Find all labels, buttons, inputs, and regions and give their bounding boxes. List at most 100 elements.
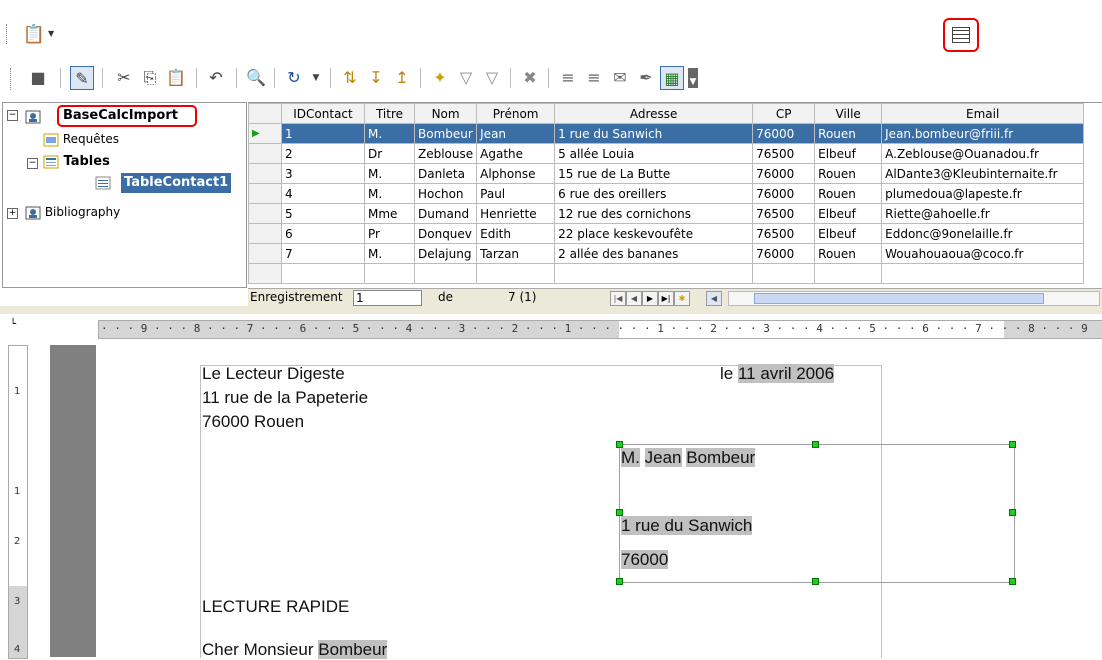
- table-cell[interactable]: Rouen: [814, 163, 883, 184]
- next-record-icon[interactable]: ▶: [642, 291, 658, 306]
- column-header[interactable]: Ville: [814, 103, 883, 124]
- table-cell[interactable]: Elbeuf: [814, 223, 883, 244]
- table-row[interactable]: 5 Mme Dumand Henriette 12 rue des cornichons…: [248, 203, 1085, 224]
- row-header-corner[interactable]: [248, 103, 282, 124]
- table-row[interactable]: 4 M. Hochon Paul 6 rue des oreillers 76000 Rou…: [248, 183, 1085, 204]
- table-cell[interactable]: 76000: [752, 183, 816, 204]
- row-header[interactable]: [248, 183, 282, 204]
- table-cell[interactable]: [752, 263, 816, 284]
- row-header[interactable]: [248, 163, 282, 184]
- sort-ascending-icon[interactable]: ↧: [364, 66, 388, 90]
- table-cell[interactable]: M.: [364, 243, 415, 264]
- undo-icon[interactable]: ↶: [204, 66, 228, 90]
- row-header[interactable]: [248, 143, 282, 164]
- table-row-new[interactable]: [248, 263, 1085, 284]
- source-document-icon[interactable]: ✒: [634, 66, 658, 90]
- table-cell[interactable]: Riette@ahoelle.fr: [881, 203, 1085, 224]
- current-row-marker[interactable]: ▶: [248, 123, 282, 144]
- greeting-name-field[interactable]: Bombeur: [318, 640, 388, 659]
- table-cell[interactable]: [881, 263, 1085, 284]
- title-field[interactable]: M.: [621, 448, 640, 467]
- column-header[interactable]: Email: [881, 103, 1085, 124]
- data-to-text-icon[interactable]: ≡: [556, 66, 580, 90]
- resize-handle[interactable]: [616, 509, 623, 516]
- tree-node-bibliography[interactable]: Bibliography: [25, 202, 120, 222]
- collapse-icon[interactable]: −: [7, 110, 18, 121]
- copy-icon[interactable]: ⎘: [138, 66, 162, 90]
- mail-merge-icon[interactable]: ✉: [608, 66, 632, 90]
- resize-handle[interactable]: [1009, 441, 1016, 448]
- column-header[interactable]: Prénom: [476, 103, 556, 124]
- table-cell[interactable]: [364, 263, 415, 284]
- refresh-icon[interactable]: ↻: [282, 66, 306, 90]
- table-cell[interactable]: 76500: [752, 143, 816, 164]
- table-row[interactable]: 6 Pr Donquev Edith 22 place keskevoufête 7650…: [248, 223, 1085, 244]
- column-header[interactable]: IDContact: [281, 103, 365, 124]
- table-cell[interactable]: 76500: [752, 223, 816, 244]
- column-header[interactable]: Adresse: [554, 103, 754, 124]
- row-header[interactable]: [248, 223, 282, 244]
- chevron-down-icon[interactable]: ▼: [304, 66, 328, 90]
- expand-icon[interactable]: +: [7, 208, 18, 219]
- table-cell[interactable]: [248, 263, 282, 284]
- record-number-input[interactable]: 1: [353, 290, 422, 306]
- table-cell[interactable]: Bombeur: [413, 123, 478, 144]
- table-cell[interactable]: [554, 263, 754, 284]
- standard-filter-icon[interactable]: ▽: [480, 66, 504, 90]
- column-header[interactable]: Nom: [413, 103, 478, 124]
- horizontal-scrollbar[interactable]: [728, 291, 1100, 306]
- table-cell[interactable]: 2 allée des bananes: [554, 243, 754, 264]
- table-cell[interactable]: [814, 263, 883, 284]
- scrollbar-thumb[interactable]: [754, 293, 1044, 304]
- table-cell[interactable]: 7: [281, 243, 365, 264]
- table-cell[interactable]: Tarzan: [476, 243, 556, 264]
- last-name-field[interactable]: Bombeur: [686, 448, 756, 467]
- resize-handle[interactable]: [1009, 509, 1016, 516]
- explorer-on-off-icon[interactable]: ▦: [660, 66, 684, 90]
- resize-handle[interactable]: [812, 578, 819, 585]
- collapse-icon[interactable]: −: [27, 158, 38, 169]
- table-cell[interactable]: 5 allée Louia: [554, 143, 754, 164]
- new-record-icon[interactable]: ✱: [674, 291, 690, 306]
- table-cell[interactable]: Eddonc@9onelaille.fr: [881, 223, 1085, 244]
- cp-field[interactable]: 76000: [621, 550, 669, 569]
- tree-node-basecalcimport[interactable]: BaseCalcImport: [57, 105, 197, 127]
- table-cell[interactable]: Delajung: [413, 243, 478, 264]
- table-cell[interactable]: 12 rue des cornichons: [554, 203, 754, 224]
- tree-node-queries[interactable]: Requêtes: [43, 129, 119, 149]
- table-cell[interactable]: [281, 263, 365, 284]
- table-cell[interactable]: 6: [281, 223, 365, 244]
- sort-icon[interactable]: ⇅: [338, 66, 362, 90]
- edit-data-button[interactable]: ✎: [70, 66, 94, 90]
- table-cell[interactable]: [476, 263, 556, 284]
- table-cell[interactable]: Dumand: [413, 203, 478, 224]
- table-cell[interactable]: Agathe: [476, 143, 556, 164]
- autofilter-icon[interactable]: ✦: [428, 66, 452, 90]
- row-header[interactable]: [248, 203, 282, 224]
- table-cell[interactable]: 76000: [752, 243, 816, 264]
- table-row[interactable]: 7 M. Delajung Tarzan 2 allée des bananes 7600…: [248, 243, 1085, 264]
- resize-handle[interactable]: [1009, 578, 1016, 585]
- table-cell[interactable]: AlDante3@Kleubinternaite.fr: [881, 163, 1085, 184]
- paste-icon[interactable]: 📋: [164, 66, 188, 90]
- table-cell[interactable]: [413, 263, 478, 284]
- table-cell[interactable]: Zeblouse: [413, 143, 478, 164]
- table-cell[interactable]: 6 rue des oreillers: [554, 183, 754, 204]
- table-cell[interactable]: Hochon: [413, 183, 478, 204]
- vertical-ruler[interactable]: 1 1 2 3 4: [8, 345, 28, 659]
- table-cell[interactable]: 3: [281, 163, 365, 184]
- explorer-toggle-button[interactable]: [943, 18, 979, 52]
- table-cell[interactable]: 1: [281, 123, 365, 144]
- tree-node-tables[interactable]: Tables: [43, 152, 110, 172]
- table-cell[interactable]: M.: [364, 163, 415, 184]
- database-icon[interactable]: 📋: [20, 24, 48, 46]
- table-cell[interactable]: Henriette: [476, 203, 556, 224]
- table-cell[interactable]: 15 rue de La Butte: [554, 163, 754, 184]
- resize-handle[interactable]: [616, 441, 623, 448]
- table-cell[interactable]: 1 rue du Sanwich: [554, 123, 754, 144]
- sort-descending-icon[interactable]: ↥: [390, 66, 414, 90]
- table-cell[interactable]: 22 place keskevoufête: [554, 223, 754, 244]
- table-cell[interactable]: Paul: [476, 183, 556, 204]
- toolbar-grip[interactable]: [10, 68, 14, 90]
- last-record-icon[interactable]: ▶|: [658, 291, 674, 306]
